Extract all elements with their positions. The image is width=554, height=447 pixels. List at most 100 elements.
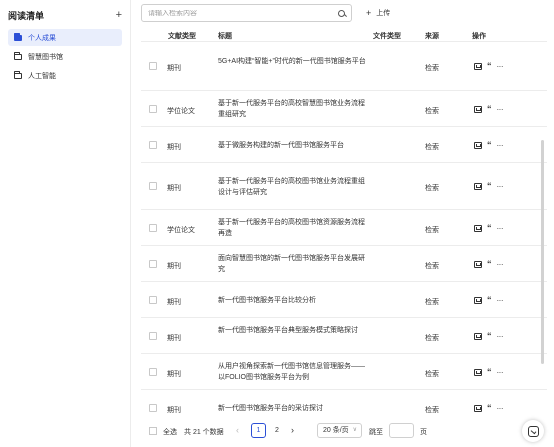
folder-export-icon[interactable] [474, 261, 482, 268]
doc-type: 期刊 [167, 299, 181, 306]
sidebar-item-smart-library[interactable]: 智慧图书馆 [8, 48, 122, 65]
row-actions: “ ··· [474, 296, 504, 305]
quote-icon[interactable]: “ [487, 260, 492, 269]
folder-icon [13, 71, 22, 79]
more-icon[interactable]: ··· [497, 142, 504, 150]
row-checkbox[interactable] [149, 105, 157, 113]
sidebar-header: 阅读清单 + [8, 9, 122, 21]
row-checkbox[interactable] [149, 224, 157, 232]
table-row[interactable]: 期刊 基于新一代服务平台的高校图书馆业务流程重组设计与评估研究 检索 “ ··· [141, 163, 547, 210]
folder-export-icon[interactable] [474, 63, 482, 70]
row-actions: “ ··· [474, 182, 504, 191]
table-row[interactable]: 学位论文 基于新一代服务平台的高校智慧图书馆业务流程重组研究 检索 “ ··· [141, 91, 547, 127]
quote-icon[interactable]: “ [487, 368, 492, 377]
folder-export-icon[interactable] [474, 183, 482, 190]
table-row[interactable]: 期刊 从用户视角探索新一代图书馆信息管理服务——以FOLIO图书馆服务平台为例 … [141, 354, 547, 390]
row-checkbox[interactable] [149, 62, 157, 70]
more-icon[interactable]: ··· [497, 297, 504, 305]
table-row[interactable]: 期刊 基于微服务构建的新一代图书馆服务平台 检索 “ ··· [141, 127, 547, 163]
doc-type: 期刊 [167, 335, 181, 342]
table-row[interactable]: 期刊 5G+AI构建“智能+”时代的新一代图书馆服务平台 检索 “ ··· [141, 42, 547, 91]
scrollbar[interactable] [541, 140, 544, 364]
folder-export-icon[interactable] [474, 405, 482, 412]
row-actions: “ ··· [474, 260, 504, 269]
folder-export-icon[interactable] [474, 225, 482, 232]
page-button-1[interactable]: 1 [251, 423, 266, 438]
row-actions: “ ··· [474, 224, 504, 233]
quote-icon[interactable]: “ [487, 182, 492, 191]
folder-export-icon[interactable] [474, 333, 482, 340]
next-page-button[interactable]: › [291, 425, 294, 435]
table-body: 期刊 5G+AI构建“智能+”时代的新一代图书馆服务平台 检索 “ ··· 学位… [141, 42, 547, 415]
floating-action-button[interactable] [522, 420, 544, 442]
doc-type: 期刊 [167, 407, 181, 414]
doc-title[interactable]: 基于新一代服务平台的高校图书馆业务流程重组设计与评估研究 [218, 176, 366, 198]
quote-icon[interactable]: “ [487, 141, 492, 150]
doc-title[interactable]: 基于新一代服务平台的高校智慧图书馆业务流程重组研究 [218, 98, 366, 120]
row-actions: “ ··· [474, 368, 504, 377]
quote-icon[interactable]: “ [487, 105, 492, 114]
page-button-2[interactable]: 2 [275, 427, 279, 434]
quote-icon[interactable]: “ [487, 332, 492, 341]
doc-type: 期刊 [167, 371, 181, 378]
doc-title[interactable]: 新一代图书馆服务平台典型服务模式策略探讨 [218, 325, 366, 336]
table-row[interactable]: 期刊 新一代图书馆服务平台的采访探讨 检索 “ ··· [141, 390, 547, 415]
search-icon[interactable] [338, 9, 345, 17]
quote-icon[interactable]: “ [487, 404, 492, 413]
row-checkbox[interactable] [149, 141, 157, 149]
row-checkbox[interactable] [149, 260, 157, 268]
folder-export-icon[interactable] [474, 369, 482, 376]
more-icon[interactable]: ··· [497, 405, 504, 413]
sidebar-item-label: 智慧图书馆 [28, 53, 63, 61]
doc-title[interactable]: 从用户视角探索新一代图书馆信息管理服务——以FOLIO图书馆服务平台为例 [218, 361, 366, 383]
doc-title[interactable]: 新一代图书馆服务平台比较分析 [218, 295, 366, 306]
jump-page-input[interactable] [389, 423, 414, 438]
row-actions: “ ··· [474, 141, 504, 150]
table-row[interactable]: 期刊 新一代图书馆服务平台比较分析 检索 “ ··· [141, 282, 547, 318]
row-checkbox[interactable] [149, 296, 157, 304]
row-actions: “ ··· [474, 332, 504, 341]
table-row[interactable]: 期刊 面向智慧图书馆的新一代图书馆服务平台发展研究 检索 “ ··· [141, 246, 547, 282]
add-list-button[interactable]: + [116, 9, 122, 21]
table-row[interactable]: 期刊 新一代图书馆服务平台典型服务模式策略探讨 检索 “ ··· [141, 318, 547, 354]
row-checkbox[interactable] [149, 182, 157, 190]
search-input[interactable] [148, 9, 338, 17]
prev-page-button[interactable]: ‹ [236, 425, 239, 435]
source: 检索 [425, 65, 439, 72]
select-all-checkbox[interactable] [149, 427, 157, 435]
doc-title[interactable]: 基于微服务构建的新一代图书馆服务平台 [218, 140, 366, 151]
more-icon[interactable]: ··· [497, 183, 504, 191]
folder-export-icon[interactable] [474, 142, 482, 149]
row-checkbox[interactable] [149, 404, 157, 412]
header-source: 来源 [425, 33, 439, 40]
doc-title[interactable]: 新一代图书馆服务平台的采访探讨 [218, 403, 366, 414]
search-box[interactable] [141, 4, 352, 22]
table-row[interactable]: 学位论文 基于新一代服务平台的高校图书馆资源服务流程再造 检索 “ ··· [141, 210, 547, 246]
sidebar-item-ai[interactable]: 人工智能 [8, 67, 122, 84]
more-icon[interactable]: ··· [497, 261, 504, 269]
source: 检索 [425, 108, 439, 115]
source: 检索 [425, 371, 439, 378]
quote-icon[interactable]: “ [487, 224, 492, 233]
row-checkbox[interactable] [149, 368, 157, 376]
quote-icon[interactable]: “ [487, 296, 492, 305]
more-icon[interactable]: ··· [497, 333, 504, 341]
jump-label: 跳至 [369, 429, 383, 436]
upload-button[interactable]: + 上传 [366, 8, 390, 18]
doc-title[interactable]: 基于新一代服务平台的高校图书馆资源服务流程再造 [218, 217, 366, 239]
page-size-select[interactable]: 20 条/页 ∨ [317, 423, 362, 438]
select-all-label[interactable]: 全选 [163, 427, 177, 437]
sidebar-item-personal[interactable]: 个人成果 [8, 29, 122, 46]
doc-title[interactable]: 5G+AI构建“智能+”时代的新一代图书馆服务平台 [218, 56, 366, 67]
quote-icon[interactable]: “ [487, 62, 492, 71]
folder-export-icon[interactable] [474, 106, 482, 113]
row-checkbox[interactable] [149, 332, 157, 340]
more-icon[interactable]: ··· [497, 225, 504, 233]
chevron-down-icon: ∨ [352, 427, 357, 433]
doc-type: 期刊 [167, 185, 181, 192]
folder-export-icon[interactable] [474, 297, 482, 304]
more-icon[interactable]: ··· [497, 106, 504, 114]
more-icon[interactable]: ··· [497, 369, 504, 377]
more-icon[interactable]: ··· [497, 63, 504, 71]
doc-title[interactable]: 面向智慧图书馆的新一代图书馆服务平台发展研究 [218, 253, 366, 275]
